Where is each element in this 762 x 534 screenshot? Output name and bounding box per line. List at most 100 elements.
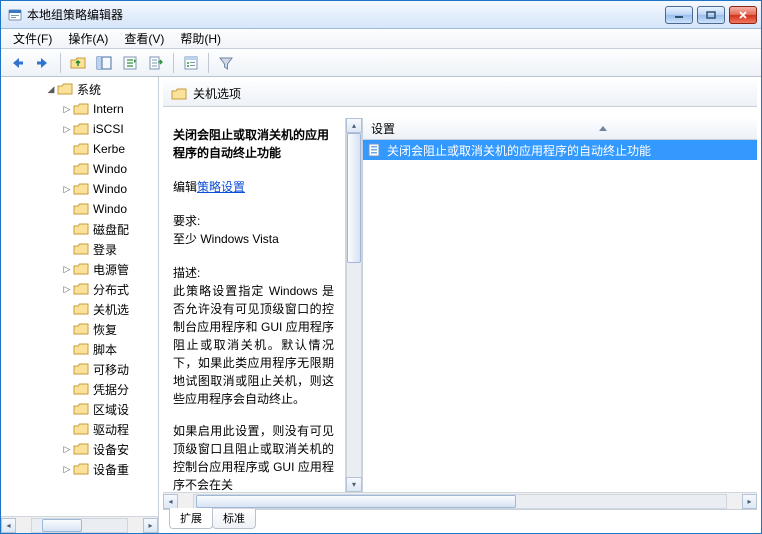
tree-horizontal-scrollbar[interactable]: ◂ ▸ bbox=[1, 516, 158, 533]
scroll-thumb[interactable] bbox=[347, 133, 361, 263]
window-controls bbox=[665, 6, 757, 24]
folder-icon bbox=[73, 282, 89, 296]
tree-item[interactable]: 关机选 bbox=[1, 299, 158, 319]
scroll-left-button[interactable]: ◂ bbox=[1, 518, 16, 533]
maximize-button[interactable] bbox=[697, 6, 725, 24]
close-button[interactable] bbox=[729, 6, 757, 24]
description-paragraph-2: 如果启用此设置，则没有可见顶级窗口且阻止或取消关机的控制台应用程序或 GUI 应… bbox=[173, 422, 334, 492]
client-area: ◢ 系统 ▷Intern▷iSCSIKerbeWindo▷WindoWindo磁… bbox=[1, 77, 761, 533]
tree-item[interactable]: 登录 bbox=[1, 239, 158, 259]
tree-label: Intern bbox=[93, 102, 124, 116]
tree-item[interactable]: 磁盘配 bbox=[1, 219, 158, 239]
scroll-left-button[interactable]: ◂ bbox=[163, 494, 178, 509]
folder-icon bbox=[73, 322, 89, 336]
tree-label: 系统 bbox=[77, 81, 101, 98]
tab-extended[interactable]: 扩展 bbox=[169, 508, 213, 529]
tree-label: iSCSI bbox=[93, 122, 124, 136]
tree-item[interactable]: 凭据分 bbox=[1, 379, 158, 399]
window-title: 本地组策略编辑器 bbox=[27, 6, 665, 23]
expander-expand-icon[interactable]: ▷ bbox=[61, 124, 73, 135]
scroll-thumb[interactable] bbox=[196, 495, 516, 508]
folder-icon bbox=[73, 142, 89, 156]
expander-expand-icon[interactable]: ▷ bbox=[61, 264, 73, 275]
folder-icon bbox=[73, 422, 89, 436]
list-header[interactable]: 设置 bbox=[363, 118, 757, 140]
expander-expand-icon[interactable]: ▷ bbox=[61, 104, 73, 115]
expander-expand-icon[interactable]: ▷ bbox=[61, 284, 73, 295]
expander-expand-icon[interactable]: ▷ bbox=[61, 444, 73, 455]
tree-item[interactable]: Windo bbox=[1, 159, 158, 179]
toolbar-separator bbox=[60, 53, 61, 73]
forward-button[interactable] bbox=[31, 51, 55, 75]
tree-label: 区域设 bbox=[93, 401, 129, 418]
properties-button[interactable] bbox=[179, 51, 203, 75]
menu-file[interactable]: 文件(F) bbox=[5, 28, 60, 49]
tree-item[interactable]: ▷ 电源管 bbox=[1, 259, 158, 279]
folder-icon bbox=[73, 402, 89, 416]
tree-label: 设备重 bbox=[93, 461, 129, 478]
tab-strip: 扩展 标准 bbox=[163, 509, 757, 529]
folder-icon bbox=[73, 382, 89, 396]
folder-icon bbox=[73, 462, 89, 476]
tree-label: 分布式 bbox=[93, 281, 129, 298]
scroll-right-button[interactable]: ▸ bbox=[143, 518, 158, 533]
tree-item[interactable]: 驱动程 bbox=[1, 419, 158, 439]
edit-policy-link[interactable]: 策略设置 bbox=[197, 180, 245, 194]
list-body[interactable]: 关闭会阻止或取消关机的应用程序的自动终止功能 bbox=[363, 140, 757, 492]
tree-item[interactable]: ▷ Intern bbox=[1, 99, 158, 119]
tree-item[interactable]: ▷Windo bbox=[1, 179, 158, 199]
folder-icon bbox=[57, 82, 73, 96]
tree-item[interactable]: 脚本 bbox=[1, 339, 158, 359]
folder-icon bbox=[73, 102, 89, 116]
properties-icon bbox=[183, 55, 199, 71]
requirements-value: 至少 Windows Vista bbox=[173, 230, 334, 248]
refresh-list-button[interactable] bbox=[118, 51, 142, 75]
menu-view[interactable]: 查看(V) bbox=[116, 28, 172, 49]
menu-action[interactable]: 操作(A) bbox=[60, 28, 116, 49]
requirements-label: 要求: bbox=[173, 212, 334, 230]
show-hide-tree-icon bbox=[96, 55, 112, 71]
tree-item[interactable]: 可移动 bbox=[1, 359, 158, 379]
export-list-button[interactable] bbox=[144, 51, 168, 75]
breadcrumb-label: 关机选项 bbox=[193, 85, 241, 102]
tree-scroll[interactable]: ◢ 系统 ▷Intern▷iSCSIKerbeWindo▷WindoWindo磁… bbox=[1, 77, 158, 516]
tree-item[interactable]: 区域设 bbox=[1, 399, 158, 419]
tree-item[interactable]: ▷设备安 bbox=[1, 439, 158, 459]
minimize-button[interactable] bbox=[665, 6, 693, 24]
scroll-track[interactable] bbox=[31, 518, 128, 533]
tab-standard[interactable]: 标准 bbox=[212, 508, 256, 529]
expander-collapse-icon[interactable]: ◢ bbox=[45, 84, 57, 95]
tree-item[interactable]: ▷ 分布式 bbox=[1, 279, 158, 299]
titlebar: 本地组策略编辑器 bbox=[1, 1, 761, 29]
scroll-thumb[interactable] bbox=[42, 519, 82, 532]
tree-item[interactable]: 恢复 bbox=[1, 319, 158, 339]
tree-label: 电源管 bbox=[93, 261, 129, 278]
list-horizontal-scrollbar[interactable]: ◂ ▸ bbox=[163, 492, 757, 509]
tree-item-system[interactable]: ◢ 系统 bbox=[1, 79, 158, 99]
scroll-right-button[interactable]: ▸ bbox=[742, 494, 757, 509]
folder-up-button[interactable] bbox=[66, 51, 90, 75]
back-button[interactable] bbox=[5, 51, 29, 75]
filter-button[interactable] bbox=[214, 51, 238, 75]
tree-item[interactable]: ▷ iSCSI bbox=[1, 119, 158, 139]
folder-icon bbox=[73, 242, 89, 256]
tree-item[interactable]: Windo bbox=[1, 199, 158, 219]
scroll-track[interactable] bbox=[193, 494, 727, 509]
list-row[interactable]: 关闭会阻止或取消关机的应用程序的自动终止功能 bbox=[363, 140, 757, 160]
tree-item[interactable]: ▷ 设备重 bbox=[1, 459, 158, 479]
folder-up-icon bbox=[70, 55, 86, 71]
scroll-track[interactable] bbox=[346, 133, 362, 477]
show-hide-tree-button[interactable] bbox=[92, 51, 116, 75]
forward-arrow-icon bbox=[34, 55, 52, 71]
edit-prefix: 编辑 bbox=[173, 180, 197, 194]
tree-item[interactable]: Kerbe bbox=[1, 139, 158, 159]
folder-icon bbox=[73, 342, 89, 356]
folder-icon bbox=[73, 302, 89, 316]
description-vertical-scrollbar[interactable]: ▴ ▾ bbox=[345, 118, 362, 492]
toolbar-separator bbox=[208, 53, 209, 73]
menu-help[interactable]: 帮助(H) bbox=[172, 28, 229, 49]
expander-expand-icon[interactable]: ▷ bbox=[61, 464, 73, 475]
scroll-up-button[interactable]: ▴ bbox=[346, 118, 362, 133]
expander-expand-icon[interactable]: ▷ bbox=[61, 184, 73, 195]
scroll-down-button[interactable]: ▾ bbox=[346, 477, 362, 492]
